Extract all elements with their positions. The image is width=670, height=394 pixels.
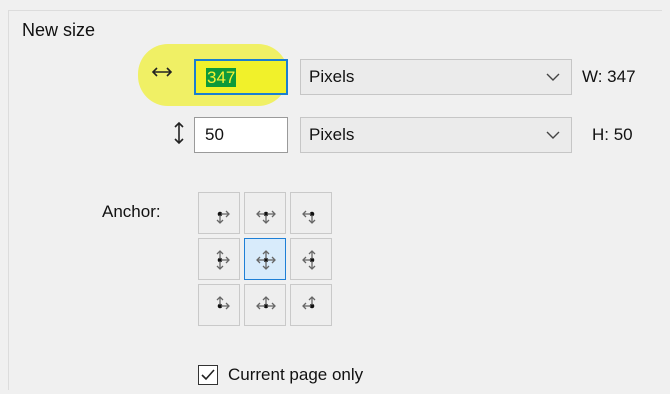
anchor-arrows-icon bbox=[302, 296, 316, 310]
anchor-arrows-icon bbox=[302, 250, 316, 270]
anchor-cell-top-left[interactable] bbox=[198, 192, 240, 234]
anchor-cell-bottom-left[interactable] bbox=[198, 284, 240, 326]
horizontal-resize-icon bbox=[150, 62, 174, 82]
anchor-label: Anchor: bbox=[102, 202, 161, 221]
anchor-arrows-icon bbox=[256, 210, 276, 224]
vertical-resize-icon bbox=[172, 120, 186, 146]
current-page-only-checkbox[interactable] bbox=[198, 365, 218, 385]
anchor-arrows-icon bbox=[256, 250, 276, 270]
width-value: 347 bbox=[206, 68, 237, 87]
anchor-cell-middle-right[interactable] bbox=[290, 238, 332, 280]
anchor-arrows-icon bbox=[216, 296, 230, 310]
anchor-cell-top-center[interactable] bbox=[244, 192, 286, 234]
width-unit-value: Pixels bbox=[309, 67, 355, 86]
height-summary: H: 50 bbox=[592, 125, 633, 144]
anchor-cell-middle-left[interactable] bbox=[198, 238, 240, 280]
width-summary: W: 347 bbox=[582, 67, 636, 86]
height-input[interactable]: 50 bbox=[194, 117, 288, 153]
chevron-down-icon bbox=[545, 60, 561, 94]
group-title: New size bbox=[22, 20, 96, 40]
height-value: 50 bbox=[205, 125, 224, 144]
anchor-arrows-icon bbox=[302, 210, 316, 224]
current-page-only-label[interactable]: Current page only bbox=[228, 365, 363, 385]
anchor-cell-bottom-right[interactable] bbox=[290, 284, 332, 326]
width-input[interactable]: 347 bbox=[194, 59, 288, 95]
anchor-cell-middle-center[interactable] bbox=[244, 238, 286, 280]
height-unit-value: Pixels bbox=[309, 125, 355, 144]
anchor-cell-top-right[interactable] bbox=[290, 192, 332, 234]
groupbox-border-left bbox=[8, 10, 9, 390]
anchor-arrows-icon bbox=[216, 210, 230, 224]
groupbox-border-top bbox=[8, 10, 662, 11]
anchor-arrows-icon bbox=[216, 250, 230, 270]
height-unit-select[interactable]: Pixels bbox=[300, 117, 572, 153]
chevron-down-icon bbox=[545, 118, 561, 152]
width-unit-select[interactable]: Pixels bbox=[300, 59, 572, 95]
anchor-arrows-icon bbox=[256, 296, 276, 310]
anchor-cell-bottom-center[interactable] bbox=[244, 284, 286, 326]
